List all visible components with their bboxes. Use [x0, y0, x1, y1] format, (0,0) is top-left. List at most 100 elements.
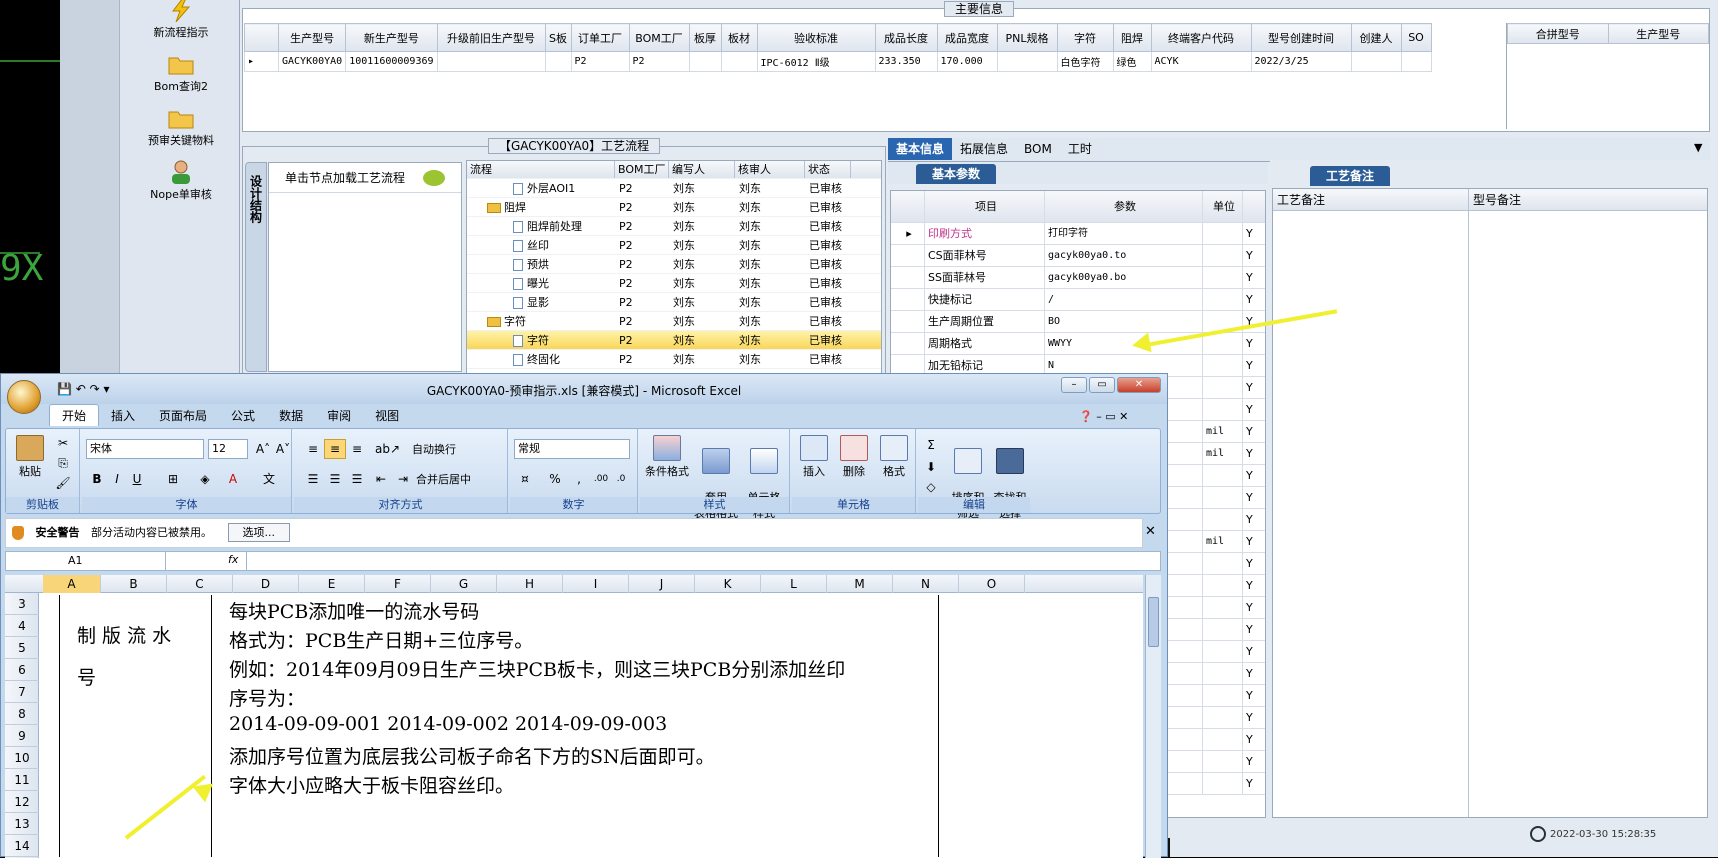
row-number[interactable]: 3: [5, 593, 39, 615]
row-number[interactable]: 7: [5, 681, 39, 703]
office-button[interactable]: [7, 380, 41, 414]
column-header[interactable]: 新生产型号: [345, 23, 438, 52]
grid-cell[interactable]: [436, 51, 546, 72]
wrap-text-button[interactable]: 自动换行: [412, 441, 456, 457]
column-header[interactable]: BOM工厂: [615, 161, 669, 178]
column-header[interactable]: 成品长度: [874, 23, 938, 52]
grid-cell[interactable]: 10011600009369: [345, 51, 438, 72]
fill-color-icon[interactable]: ◈: [194, 469, 216, 489]
column-letter[interactable]: J: [629, 575, 695, 593]
grid-cell[interactable]: P2: [628, 51, 690, 72]
restore-button[interactable]: ▭: [1089, 377, 1115, 393]
phonetic-icon[interactable]: 文: [258, 469, 280, 489]
column-header[interactable]: PNL规格: [996, 23, 1058, 52]
italic-button[interactable]: I: [106, 469, 128, 489]
vertical-scrollbar[interactable]: [1145, 575, 1161, 858]
percent-icon[interactable]: %: [544, 469, 566, 489]
param-row[interactable]: ▸ 印刷方式 打印字符 Y: [891, 223, 1265, 245]
column-letter[interactable]: B: [101, 575, 167, 593]
column-header[interactable]: 阻焊: [1112, 23, 1152, 52]
column-header[interactable]: 升级前旧生产型号: [436, 23, 546, 52]
column-letter[interactable]: D: [233, 575, 299, 593]
decrease-indent-icon[interactable]: ⇤: [370, 469, 392, 489]
column-header[interactable]: 编写人: [669, 161, 735, 178]
ribbon-tab[interactable]: 公式: [219, 405, 267, 427]
row-number[interactable]: 12: [5, 791, 39, 813]
grow-font-icon[interactable]: A˄: [252, 439, 274, 459]
grid-cell[interactable]: 白色字符: [1056, 51, 1114, 72]
grid-cell[interactable]: 2022/3/25: [1250, 51, 1352, 72]
nav-item-new-process[interactable]: 新流程指示: [122, 0, 240, 50]
tree-node[interactable]: 预烘 P2 刘东 刘东 已审核: [467, 255, 881, 274]
column-letter[interactable]: O: [959, 575, 1025, 593]
grid-cell[interactable]: [720, 51, 758, 72]
column-letter[interactable]: E: [299, 575, 365, 593]
worksheet[interactable]: 制 版 流 水 号 每块PCB添加唯一的流水号码 格式为：PCB生产日期+三位序号…: [39, 593, 1143, 858]
design-structure-tab[interactable]: 设计结构: [245, 162, 267, 372]
underline-button[interactable]: U: [126, 469, 148, 489]
column-letter[interactable]: L: [761, 575, 827, 593]
row-number[interactable]: 10: [5, 747, 39, 769]
decrease-decimal-icon[interactable]: .0: [610, 469, 632, 489]
row-number[interactable]: 9: [5, 725, 39, 747]
column-letter[interactable]: K: [695, 575, 761, 593]
row-number[interactable]: 8: [5, 703, 39, 725]
tab-process-remarks[interactable]: 工艺备注: [1310, 166, 1391, 186]
column-header[interactable]: 订单工厂: [570, 23, 630, 52]
column-letter[interactable]: F: [365, 575, 431, 593]
column-letter[interactable]: H: [497, 575, 563, 593]
tree-node[interactable]: 显影 P2 刘东 刘东 已审核: [467, 293, 881, 312]
column-letter[interactable]: C: [167, 575, 233, 593]
fill-icon[interactable]: ⬇: [920, 457, 942, 477]
column-header[interactable]: 型号备注: [1469, 189, 1707, 210]
tree-node[interactable]: 字符 P2 刘东 刘东 已审核: [467, 331, 881, 350]
minimize-button[interactable]: –: [1061, 377, 1087, 393]
column-header[interactable]: SO: [1400, 23, 1432, 52]
orientation-icon[interactable]: ab↗: [374, 439, 400, 459]
column-header[interactable]: BOM工厂: [628, 23, 690, 52]
font-size-combo[interactable]: 12: [208, 439, 248, 459]
tab-info[interactable]: 基本信息: [888, 138, 953, 160]
row-number[interactable]: 5: [5, 637, 39, 659]
font-color-icon[interactable]: A: [222, 469, 244, 489]
row-number[interactable]: 13: [5, 813, 39, 835]
merge-center-button[interactable]: 合并后居中: [416, 471, 471, 487]
tab-info[interactable]: BOM: [1016, 138, 1060, 160]
copy-icon[interactable]: ⎘: [52, 453, 74, 473]
column-header[interactable]: 成品宽度: [936, 23, 998, 52]
grid-cell[interactable]: [1350, 51, 1402, 72]
number-format-combo[interactable]: 常规: [514, 439, 630, 459]
paste-button[interactable]: 粘贴: [12, 435, 48, 479]
grid-cell[interactable]: [544, 51, 572, 72]
param-row[interactable]: 周期格式 WWYY Y: [891, 333, 1265, 355]
column-header[interactable]: 板厚: [688, 23, 722, 52]
align-left-icon[interactable]: ☰: [302, 469, 324, 489]
param-row[interactable]: CS面菲林号 gacyk00ya0.to Y: [891, 245, 1265, 267]
clear-icon[interactable]: ◇: [920, 477, 942, 497]
process-remarks-area[interactable]: [1273, 211, 1469, 817]
tree-node[interactable]: 阻焊 P2 刘东 刘东 已审核: [467, 198, 881, 217]
grid-cell[interactable]: [1400, 51, 1432, 72]
row-number[interactable]: 4: [5, 615, 39, 637]
grid-cell[interactable]: 170.000: [936, 51, 998, 72]
row-number[interactable]: 14: [5, 835, 39, 857]
align-bottom-icon[interactable]: ≡: [346, 439, 368, 459]
grid-cell[interactable]: [688, 51, 722, 72]
column-header[interactable]: 板材: [720, 23, 758, 52]
param-row[interactable]: SS面菲林号 gacyk00ya0.bo Y: [891, 267, 1265, 289]
grid-cell[interactable]: IPC-6012 Ⅱ级: [756, 51, 876, 72]
align-center-icon[interactable]: ☰: [324, 469, 346, 489]
close-button[interactable]: ✕: [1117, 377, 1161, 393]
column-letter[interactable]: G: [431, 575, 497, 593]
param-row[interactable]: 快捷标记 / Y: [891, 289, 1265, 311]
nav-item-nope-review[interactable]: Nope单审核: [122, 158, 240, 212]
formula-input[interactable]: [246, 552, 1146, 570]
tree-node[interactable]: 阻焊前处理 P2 刘东 刘东 已审核: [467, 217, 881, 236]
bold-button[interactable]: B: [86, 469, 108, 489]
tab-basic-params[interactable]: 基本参数: [916, 164, 997, 184]
tree-node[interactable]: 曝光 P2 刘东 刘东 已审核: [467, 274, 881, 293]
column-header[interactable]: 终端客户代码: [1150, 23, 1252, 52]
currency-icon[interactable]: ¤: [514, 469, 536, 489]
column-letter[interactable]: M: [827, 575, 893, 593]
column-header[interactable]: 参数: [1045, 191, 1203, 222]
